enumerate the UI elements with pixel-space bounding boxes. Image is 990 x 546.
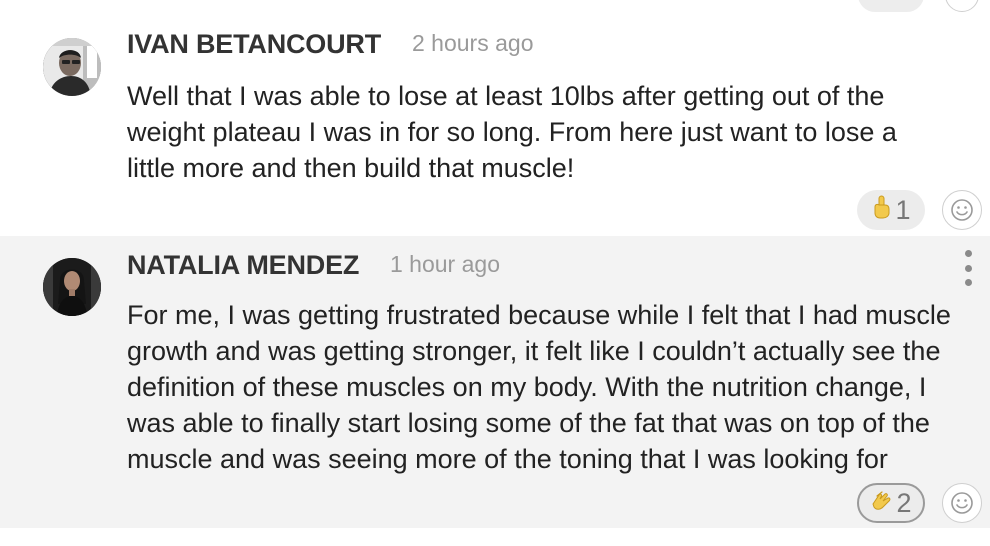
avatar[interactable] <box>43 258 101 316</box>
comment-line: weight plateau I was in for so long. Fro… <box>127 117 897 147</box>
page-background <box>0 528 990 546</box>
avatar-photo-ivan <box>43 38 101 96</box>
timestamp[interactable]: 1 hour ago <box>390 251 500 278</box>
comment-item: IVAN BETANCOURT 2 hours ago Well that I … <box>0 14 990 236</box>
comment-text: For me, I was getting frustrated because… <box>127 297 987 477</box>
author-name[interactable]: NATALIA MENDEZ <box>127 250 359 281</box>
smiley-icon <box>951 492 973 514</box>
avatar[interactable] <box>43 38 101 96</box>
timestamp[interactable]: 2 hours ago <box>412 30 533 57</box>
comment-line: For me, I was getting frustrated because… <box>127 300 951 330</box>
author-name[interactable]: IVAN BETANCOURT <box>127 29 381 60</box>
comment-item-highlighted: NATALIA MENDEZ 1 hour ago For me, I was … <box>0 236 990 528</box>
comment-text: Well that I was able to lose at least 10… <box>127 78 987 186</box>
comment-line: was able to finally start losing some of… <box>127 408 930 438</box>
comment-line: muscle and was seeing more of the toning… <box>127 444 888 474</box>
reaction-count: 1 <box>895 194 911 225</box>
pointing-hand-icon <box>871 195 893 226</box>
previous-reaction-pill[interactable] <box>858 0 924 12</box>
avatar-photo-natalia <box>43 258 101 316</box>
comment-line: growth and was getting stronger, it felt… <box>127 336 941 366</box>
comment-line: definition of these muscles on my body. … <box>127 372 927 402</box>
comment-line: Well that I was able to lose at least 10… <box>127 81 885 111</box>
smiley-icon <box>951 199 973 221</box>
reaction-pill[interactable]: 1 <box>857 190 925 230</box>
reaction-count: 2 <box>896 487 912 518</box>
previous-comment-actions <box>0 0 990 14</box>
clapping-hands-icon <box>870 488 894 519</box>
add-reaction-button[interactable] <box>942 483 982 523</box>
reaction-pill-selected[interactable]: 2 <box>857 483 925 523</box>
add-reaction-button[interactable] <box>942 190 982 230</box>
comment-line: little more and then build that muscle! <box>127 153 575 183</box>
more-vertical-icon[interactable] <box>956 250 980 286</box>
previous-add-reaction-button[interactable] <box>945 0 979 12</box>
